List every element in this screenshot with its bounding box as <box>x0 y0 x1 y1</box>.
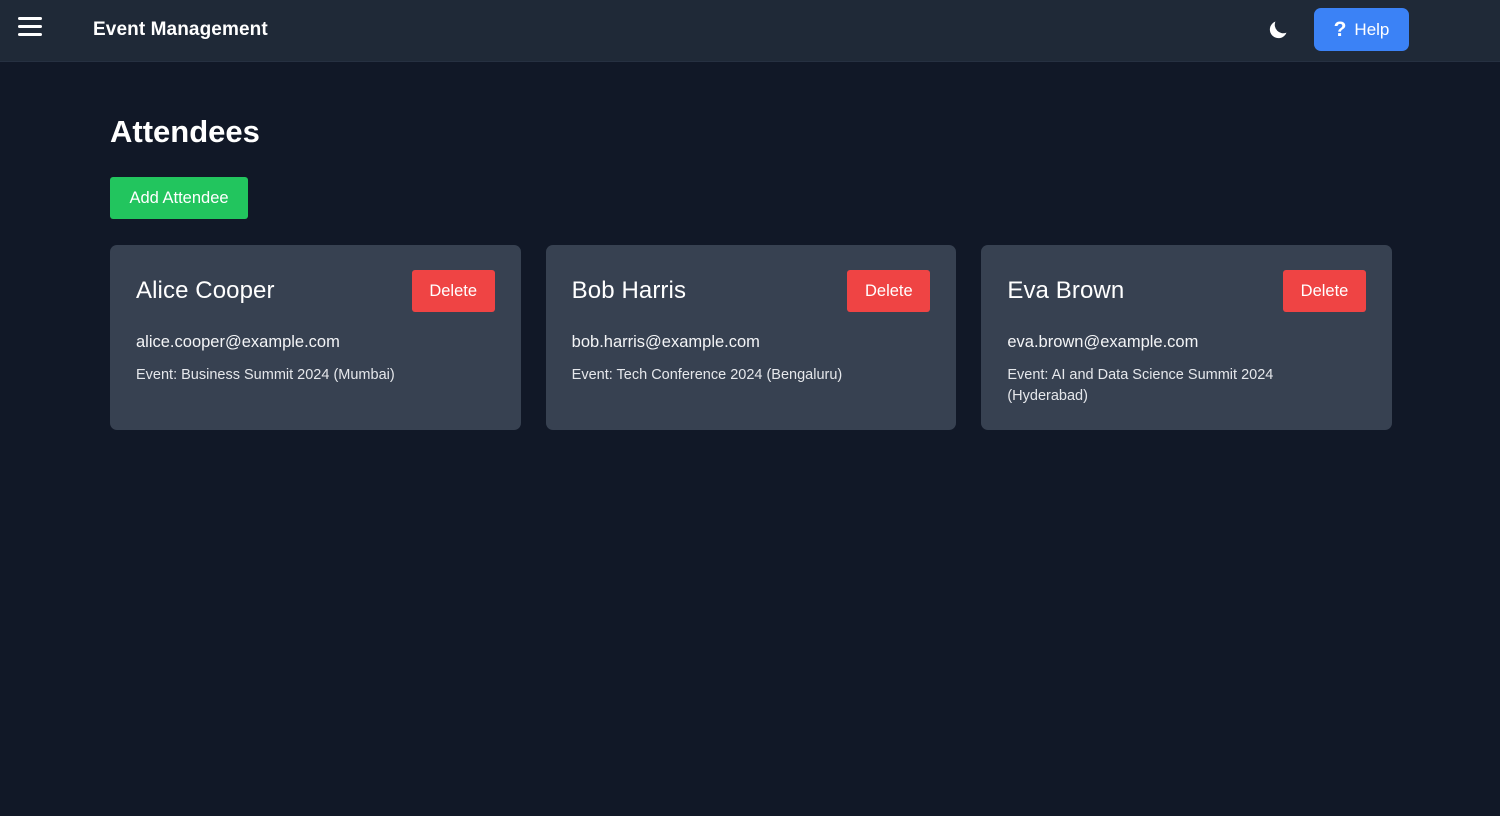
attendee-card-list: Alice Cooper Delete alice.cooper@example… <box>110 245 1393 430</box>
attendee-event: Event: Tech Conference 2024 (Bengaluru) <box>571 367 843 383</box>
add-attendee-button[interactable]: Add Attendee <box>110 177 248 219</box>
attendee-name: Alice Cooper <box>136 277 275 304</box>
attendee-name: Bob Harris <box>571 277 687 304</box>
help-button-label: Help <box>1354 19 1390 39</box>
app-title: Event Management <box>93 19 268 40</box>
menu-bar-line <box>18 32 42 36</box>
attendee-email: bob.harris@example.com <box>571 333 760 351</box>
attendee-event: Event: AI and Data Science Summit 2024 (… <box>1007 367 1274 404</box>
attendee-event: Event: Business Summit 2024 (Mumbai) <box>136 367 395 383</box>
attendee-card: Bob Harris Delete bob.harris@example.com… <box>545 245 957 430</box>
delete-button[interactable]: Delete <box>411 270 495 312</box>
attendee-name: Eva Brown <box>1007 277 1125 304</box>
question-mark-icon: ? <box>1333 18 1347 41</box>
hamburger-menu-icon[interactable] <box>14 11 46 41</box>
delete-button[interactable]: Delete <box>847 270 931 312</box>
attendee-email: alice.cooper@example.com <box>136 333 340 351</box>
moon-icon-graphic <box>1269 21 1287 39</box>
delete-button[interactable]: Delete <box>1283 270 1367 312</box>
attendee-card: Eva Brown Delete eva.brown@example.com E… <box>981 245 1393 430</box>
menu-bar-line <box>18 16 42 20</box>
attendee-email: eva.brown@example.com <box>1007 333 1199 351</box>
moon-icon[interactable] <box>1264 16 1292 44</box>
page-title: Attendees <box>110 114 260 149</box>
help-button[interactable]: ? Help <box>1314 8 1409 51</box>
top-navbar: Event Management ? Help <box>0 0 1500 62</box>
menu-bar-line <box>18 24 42 28</box>
attendee-card: Alice Cooper Delete alice.cooper@example… <box>110 245 521 430</box>
